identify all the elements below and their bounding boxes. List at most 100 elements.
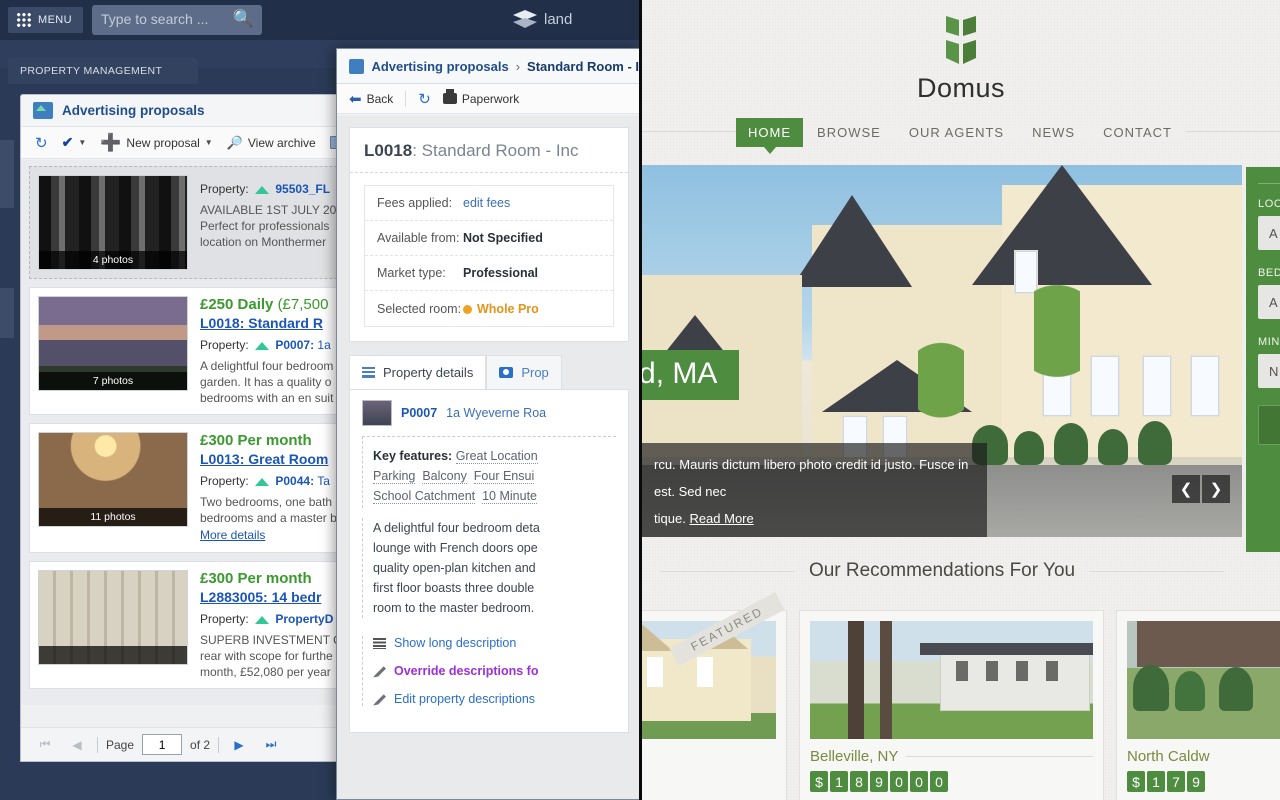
- hero-arrows: ❮ ❯: [1172, 475, 1230, 503]
- edit-fees-link[interactable]: edit fees: [463, 196, 510, 210]
- hero-prev-button[interactable]: ❮: [1172, 475, 1200, 503]
- back-button[interactable]: ⬅ Back: [349, 90, 393, 108]
- listing-thumbnail[interactable]: 4 photos: [38, 175, 188, 270]
- fact-row: Fees applied: edit fees: [365, 186, 613, 221]
- filter-select-location[interactable]: A: [1258, 216, 1280, 250]
- hero-next-button[interactable]: ❯: [1202, 475, 1230, 503]
- breadcrumb-root[interactable]: Advertising proposals: [371, 59, 508, 74]
- nav-item-contact[interactable]: CONTACT: [1089, 125, 1186, 140]
- plus-icon: ➕: [100, 132, 122, 152]
- property-name: Ta: [317, 474, 330, 488]
- last-page-button[interactable]: ⏭: [259, 734, 283, 756]
- house-icon: [255, 478, 270, 486]
- key-feature: School Catchment: [373, 489, 476, 504]
- view-archive-button[interactable]: 🔎 View archive: [227, 135, 316, 151]
- price-digit: 9: [870, 771, 888, 792]
- property-label: Property:: [200, 338, 249, 352]
- divider: [218, 736, 220, 753]
- new-proposal-button[interactable]: ➕ New proposal ▼: [100, 132, 212, 152]
- rail-segment[interactable]: [0, 288, 14, 338]
- site-logo[interactable]: Domus: [642, 0, 1280, 104]
- chevron-down-icon: ▼: [78, 138, 87, 147]
- card-city-label: North Caldw: [1127, 748, 1210, 765]
- module-tab-property-management[interactable]: PROPERTY MANAGEMENT: [8, 58, 198, 84]
- fact-value: Whole Pro: [463, 302, 539, 316]
- card-price: $ 1 7 9: [1127, 771, 1280, 792]
- filter-select-bedrooms[interactable]: A: [1258, 285, 1280, 319]
- card-city: Belleville, NY: [810, 748, 1093, 765]
- lines-icon: [373, 637, 386, 649]
- show-long-description-link[interactable]: Show long description: [394, 636, 516, 650]
- listing-thumbnail[interactable]: 11 photos: [38, 432, 188, 527]
- price-digit: 0: [930, 771, 948, 792]
- linked-property-ref[interactable]: P0007: [401, 406, 437, 420]
- fact-value: Professional: [463, 266, 539, 280]
- search-icon[interactable]: 🔍: [233, 9, 254, 29]
- nav-item-our-agents[interactable]: OUR AGENTS: [894, 125, 1019, 140]
- linked-property-address[interactable]: 1a Wyeverne Roa: [446, 406, 546, 420]
- proposal-facts: Fees applied: edit fees Available from: …: [364, 185, 614, 327]
- fact-label: Fees applied:: [377, 196, 453, 210]
- view-archive-label: View archive: [247, 135, 316, 150]
- dialog-body: L0018: Standard Room - Inc Fees applied:…: [337, 115, 639, 799]
- listing-thumbnail[interactable]: [38, 570, 188, 665]
- price-digit: 1: [830, 771, 848, 792]
- first-page-button[interactable]: ⏮: [33, 734, 57, 756]
- left-rail: [0, 40, 14, 800]
- domus-website: Domus HOME BROWSE OUR AGENTS NEWS CONTAC…: [642, 0, 1280, 800]
- app-top-bar: MENU 🔍 land: [0, 0, 700, 40]
- filter-search-button[interactable]: [1258, 405, 1280, 445]
- rule: [660, 570, 795, 572]
- select-dropdown-button[interactable]: ✔ ▼: [62, 134, 87, 151]
- override-descriptions-action[interactable]: Override descriptions fo: [373, 664, 616, 678]
- global-search[interactable]: 🔍: [92, 5, 262, 35]
- dialog-refresh-button[interactable]: ↻: [418, 90, 431, 108]
- description-line: A delightful four bedroom deta: [373, 521, 540, 535]
- photo-count: [39, 646, 187, 664]
- paperwork-button[interactable]: Paperwork: [442, 89, 519, 106]
- more-details-link[interactable]: More details: [200, 528, 265, 542]
- property-name: 1a: [317, 338, 331, 352]
- filter-select-min-price[interactable]: N: [1258, 354, 1280, 388]
- listing-thumbnail[interactable]: 7 photos: [38, 296, 188, 391]
- refresh-button[interactable]: ↻: [35, 134, 48, 152]
- rail-segment[interactable]: [0, 140, 14, 208]
- hero-read-more-link[interactable]: Read More: [689, 511, 753, 526]
- nav-item-browse[interactable]: BROWSE: [803, 125, 895, 140]
- search-input[interactable]: [92, 5, 224, 33]
- archive-icon: 🔎: [226, 134, 243, 150]
- panel-title: Advertising proposals: [62, 103, 205, 118]
- domus-logo-icon: [946, 16, 976, 64]
- linked-property[interactable]: P0007 1a Wyeverne Roa: [362, 400, 616, 426]
- status-dot-icon: [463, 304, 472, 314]
- list-icon: [362, 367, 375, 378]
- show-long-description-action[interactable]: Show long description: [373, 636, 616, 650]
- proposal-title-rest: : Standard Room - Inc: [412, 141, 579, 160]
- property-ref[interactable]: PropertyD: [275, 612, 333, 626]
- next-page-button[interactable]: ▶: [227, 734, 251, 756]
- edit-property-descriptions-action[interactable]: Edit property descriptions: [373, 692, 616, 706]
- browser-window: Domus HOME BROWSE OUR AGENTS NEWS CONTAC…: [639, 0, 1280, 800]
- card-image: [1127, 621, 1280, 739]
- menu-button[interactable]: MENU: [8, 7, 83, 33]
- override-descriptions-link[interactable]: Override descriptions fo: [394, 664, 538, 678]
- hero-caption-line2: tique. Read More: [654, 505, 975, 532]
- tab-property-photos[interactable]: Prop: [486, 355, 562, 389]
- key-feature: Four Ensui: [473, 469, 535, 484]
- page-number-input[interactable]: [142, 734, 183, 755]
- nav-item-news[interactable]: NEWS: [1018, 125, 1090, 140]
- tab-property-details[interactable]: Property details: [349, 355, 487, 389]
- fact-value: Not Specified: [463, 231, 543, 245]
- recommendation-card[interactable]: Belleville, NY $ 1 8 9 0 0 0: [799, 610, 1104, 800]
- recommendation-card[interactable]: North Caldw $ 1 7 9: [1116, 610, 1280, 800]
- menu-button-label: MENU: [38, 14, 72, 26]
- recommendation-card[interactable]: FEATURED: [642, 592, 787, 800]
- edit-property-descriptions-link[interactable]: Edit property descriptions: [394, 692, 535, 706]
- prev-page-button[interactable]: ◀: [65, 734, 89, 756]
- site-logo-text: Domus: [916, 73, 1006, 103]
- property-ref[interactable]: P0007:: [275, 338, 314, 352]
- hero-slider[interactable]: ford, MA rcu. Mauris dictum libero photo…: [642, 165, 1242, 537]
- property-ref[interactable]: 95503_FL: [275, 182, 330, 196]
- property-ref[interactable]: P0044:: [275, 474, 314, 488]
- nav-item-home[interactable]: HOME: [736, 118, 804, 154]
